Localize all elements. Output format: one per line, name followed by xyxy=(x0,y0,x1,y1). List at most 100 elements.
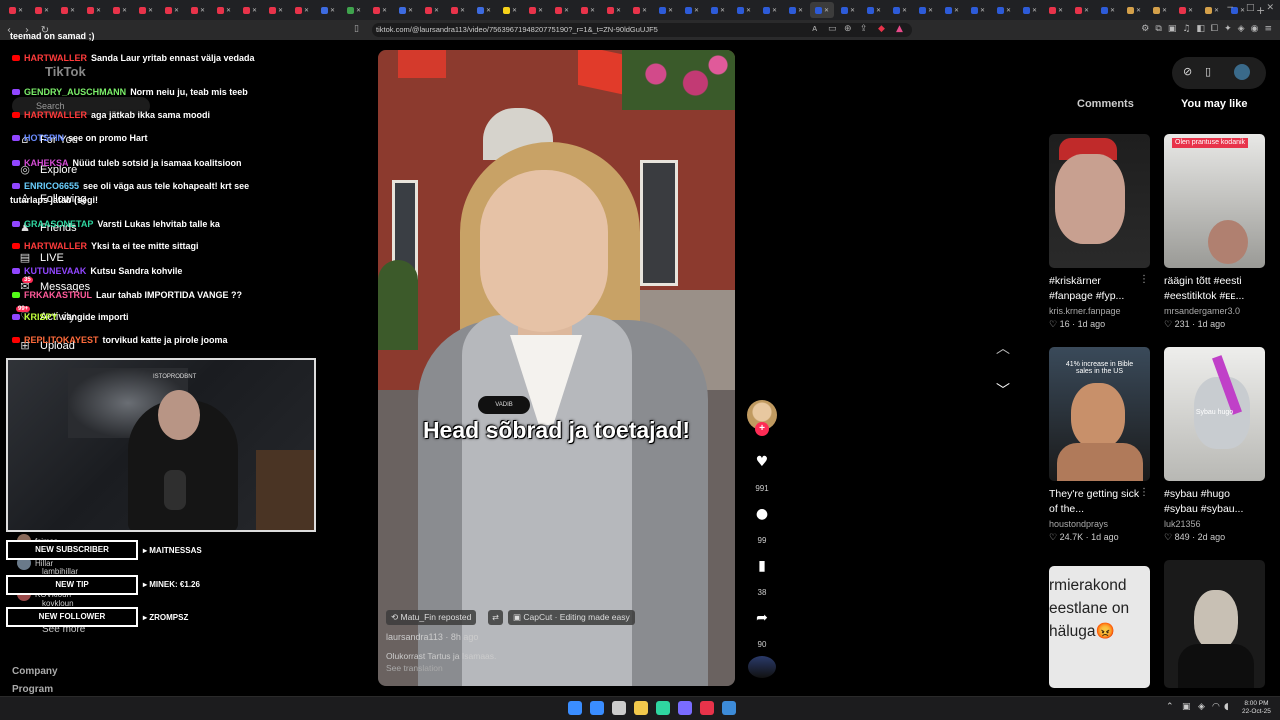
browser-tab[interactable]: ✕ xyxy=(342,2,366,18)
taskbar-app-icon[interactable] xyxy=(700,701,714,715)
profile-icon[interactable]: ◉ xyxy=(1251,24,1259,34)
cast-icon[interactable]: ▭ xyxy=(828,24,837,34)
browser-tab[interactable]: ✕ xyxy=(56,2,80,18)
card-title[interactable]: They're getting sick of the... xyxy=(1049,487,1145,517)
maximize-icon[interactable]: □ xyxy=(1246,3,1255,13)
tab-comments[interactable]: Comments xyxy=(1077,98,1134,110)
rewards-icon[interactable]: ▲ xyxy=(896,24,903,34)
close-window-icon[interactable]: ✕ xyxy=(1266,3,1274,13)
close-tab-icon[interactable]: ✕ xyxy=(44,7,49,14)
close-tab-icon[interactable]: ✕ xyxy=(18,7,23,14)
wifi-icon[interactable]: ◠ xyxy=(1212,702,1220,712)
browser-tab[interactable]: ✕ xyxy=(446,2,470,18)
browser-tab[interactable]: ✕ xyxy=(472,2,496,18)
close-tab-icon[interactable]: ✕ xyxy=(1188,7,1193,14)
browser-tab[interactable]: ✕ xyxy=(784,2,808,18)
translate-icon[interactable]: ᴀ xyxy=(812,24,817,34)
close-tab-icon[interactable]: ✕ xyxy=(226,7,231,14)
close-tab-icon[interactable]: ✕ xyxy=(564,7,569,14)
card-user[interactable]: mrsandergamer3.0 xyxy=(1164,306,1240,316)
vpn-icon[interactable]: ◈ xyxy=(1238,24,1245,34)
card-title[interactable]: räägin tõtt #eesti #eestitiktok #ᴇᴇ... xyxy=(1164,274,1260,304)
video-card-thumbnail[interactable] xyxy=(1049,134,1150,268)
close-tab-icon[interactable]: ✕ xyxy=(1058,7,1063,14)
browser-tab[interactable]: ✕ xyxy=(1096,2,1120,18)
tab-search-icon[interactable]: ⧠ xyxy=(1211,24,1218,34)
browser-tab[interactable]: ✕ xyxy=(498,2,522,18)
browser-tab[interactable]: ✕ xyxy=(1044,2,1068,18)
card-title[interactable]: #kriskärner #fanpage #fyp... xyxy=(1049,274,1145,304)
browser-tab[interactable]: ✕ xyxy=(1148,2,1172,18)
chevron-down-icon[interactable]: ﹀ xyxy=(996,380,1010,400)
taskbar-app-icon[interactable] xyxy=(634,701,648,715)
close-tab-icon[interactable]: ✕ xyxy=(954,7,959,14)
coins-icon[interactable]: ⊘ xyxy=(1183,65,1192,78)
browser-tab[interactable]: ✕ xyxy=(992,2,1016,18)
comment-icon[interactable]: ● xyxy=(747,506,777,522)
close-tab-icon[interactable]: ✕ xyxy=(824,7,829,14)
close-tab-icon[interactable]: ✕ xyxy=(174,7,179,14)
close-tab-icon[interactable]: ✕ xyxy=(1162,7,1167,14)
browser-tab[interactable]: ✕ xyxy=(524,2,548,18)
browser-tab[interactable]: ✕ xyxy=(810,2,834,18)
card-title[interactable]: #sybau #hugo #sybau #sybau... xyxy=(1164,487,1260,517)
close-tab-icon[interactable]: ✕ xyxy=(408,7,413,14)
close-tab-icon[interactable]: ✕ xyxy=(1032,7,1037,14)
close-tab-icon[interactable]: ✕ xyxy=(330,7,335,14)
sidebar-toggle-icon[interactable]: ◧ xyxy=(1196,24,1205,34)
minimize-icon[interactable]: − xyxy=(1226,3,1234,13)
footer-link[interactable]: Program xyxy=(12,684,53,695)
close-tab-icon[interactable]: ✕ xyxy=(460,7,465,14)
see-translation-link[interactable]: See translation xyxy=(386,663,443,673)
brave-shield-icon[interactable]: ◆ xyxy=(878,24,885,34)
browser-tab[interactable]: ✕ xyxy=(420,2,444,18)
close-tab-icon[interactable]: ✕ xyxy=(1110,7,1115,14)
share-icon[interactable]: ➦ xyxy=(747,610,777,626)
close-tab-icon[interactable]: ✕ xyxy=(382,7,387,14)
taskbar-app-icon[interactable] xyxy=(590,701,604,715)
close-tab-icon[interactable]: ✕ xyxy=(1214,7,1219,14)
close-tab-icon[interactable]: ✕ xyxy=(694,7,699,14)
close-tab-icon[interactable]: ✕ xyxy=(278,7,283,14)
browser-tab[interactable]: ✕ xyxy=(1070,2,1094,18)
tab-you-may-like[interactable]: You may like xyxy=(1181,98,1247,110)
browser-tab[interactable]: ✕ xyxy=(862,2,886,18)
close-tab-icon[interactable]: ✕ xyxy=(1136,7,1141,14)
repost-icon[interactable]: ⇄ xyxy=(488,610,503,625)
start-icon[interactable] xyxy=(568,701,582,715)
close-tab-icon[interactable]: ✕ xyxy=(642,7,647,14)
close-tab-icon[interactable]: ✕ xyxy=(772,7,777,14)
system-clock[interactable]: 8:00 PM 22-Oct-25 xyxy=(1242,700,1271,716)
browser-tab[interactable]: ✕ xyxy=(602,2,626,18)
close-tab-icon[interactable]: ✕ xyxy=(850,7,855,14)
card-user[interactable]: houstondprays xyxy=(1049,519,1108,529)
close-tab-icon[interactable]: ✕ xyxy=(1006,7,1011,14)
browser-tab[interactable]: ✕ xyxy=(836,2,860,18)
close-tab-icon[interactable]: ✕ xyxy=(590,7,595,14)
video-card-thumbnail[interactable]: Olen prantuse kodanik xyxy=(1164,134,1265,268)
browser-tab[interactable]: ✕ xyxy=(4,2,28,18)
close-tab-icon[interactable]: ✕ xyxy=(980,7,985,14)
browser-tab[interactable]: ✕ xyxy=(1200,2,1224,18)
tray-app-icon[interactable]: ▣ xyxy=(1182,702,1191,712)
browser-tab[interactable]: ✕ xyxy=(394,2,418,18)
close-tab-icon[interactable]: ✕ xyxy=(200,7,205,14)
bookmark-icon[interactable]: ▯ xyxy=(354,24,359,34)
browser-tab[interactable]: ✕ xyxy=(264,2,288,18)
taskbar-app-icon[interactable] xyxy=(678,701,692,715)
close-tab-icon[interactable]: ✕ xyxy=(538,7,543,14)
share-page-icon[interactable]: ⇪ xyxy=(860,24,868,34)
browser-tab[interactable]: ✕ xyxy=(576,2,600,18)
close-tab-icon[interactable]: ✕ xyxy=(928,7,933,14)
close-tab-icon[interactable]: ✕ xyxy=(876,7,881,14)
close-tab-icon[interactable]: ✕ xyxy=(798,7,803,14)
browser-tab[interactable]: ✕ xyxy=(550,2,574,18)
capcut-tag[interactable]: ▣ CapCut · Editing made easy xyxy=(508,610,635,625)
close-tab-icon[interactable]: ✕ xyxy=(486,7,491,14)
volume-icon[interactable]: ◖ xyxy=(1224,702,1229,712)
close-tab-icon[interactable]: ✕ xyxy=(356,7,361,14)
chevron-up-icon[interactable]: ︿ xyxy=(996,338,1010,358)
bookmark-icon[interactable]: ▮ xyxy=(747,558,777,574)
close-tab-icon[interactable]: ✕ xyxy=(96,7,101,14)
close-tab-icon[interactable]: ✕ xyxy=(122,7,127,14)
